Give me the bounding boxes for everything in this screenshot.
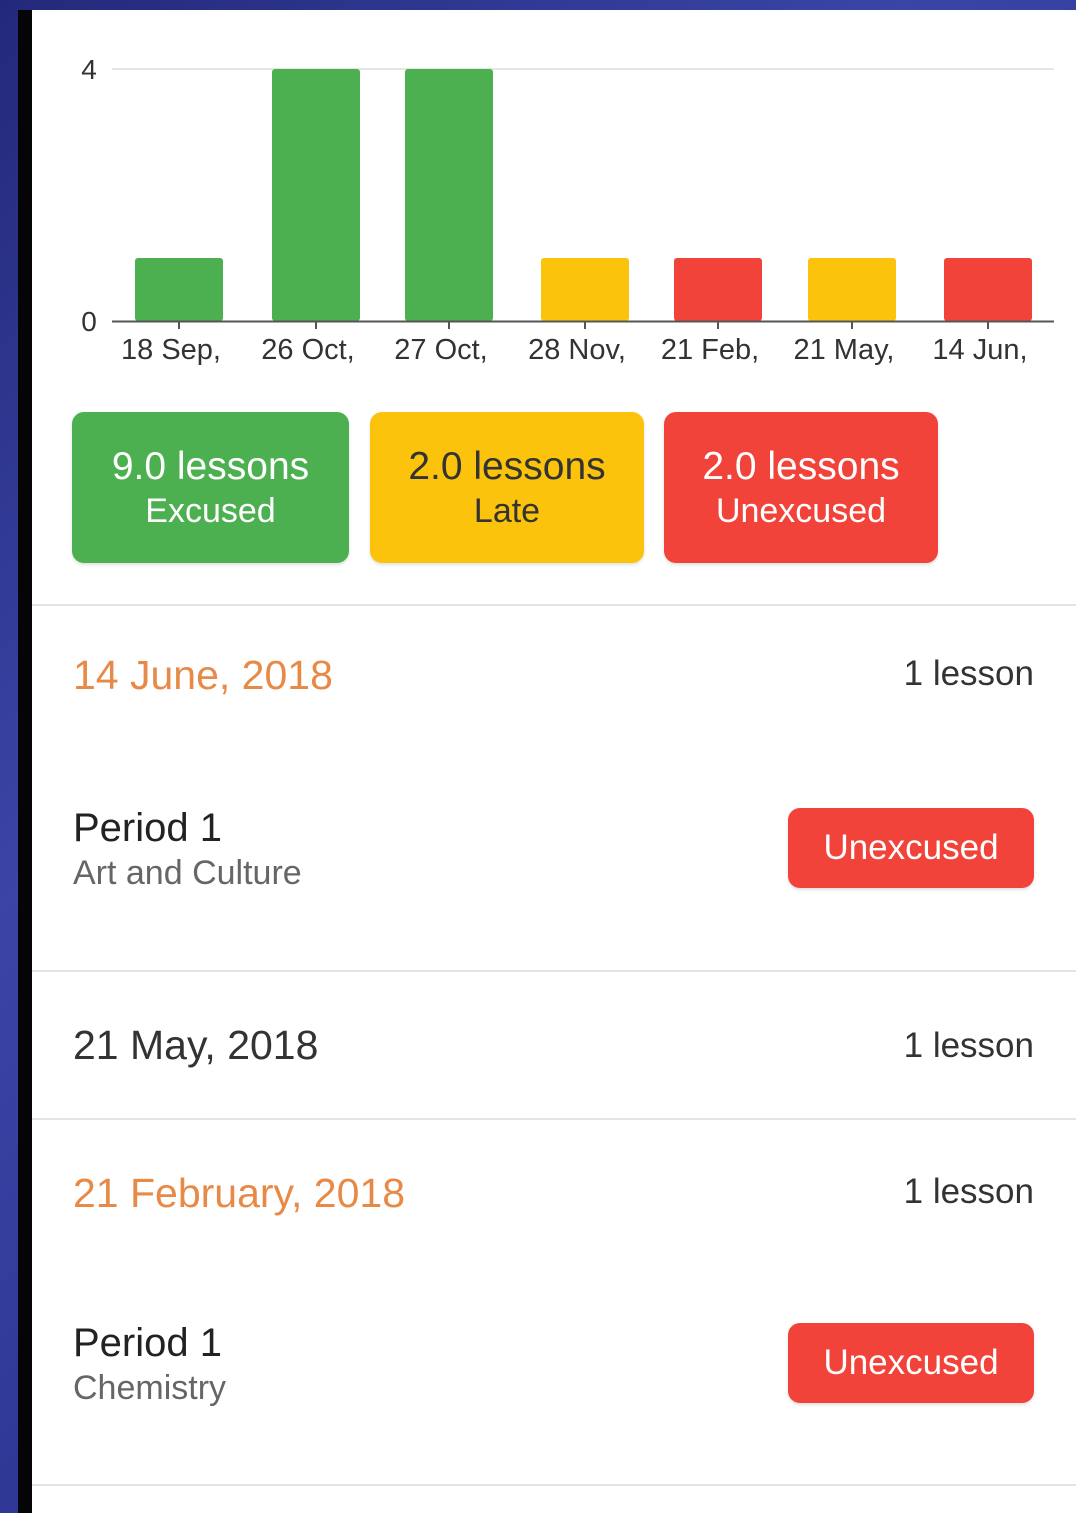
unexcused-status-badge[interactable]: Unexcused xyxy=(788,1323,1034,1403)
entry-date: 21 February, 2018 xyxy=(73,1170,406,1216)
period-title: Period 1 xyxy=(73,1321,222,1365)
chart-x-tick-label: 28 Nov, xyxy=(528,334,626,366)
chart-bar xyxy=(272,69,360,321)
attendance-screen: 18 Sep, 26 Oct, 27 Oct, 28 Nov, 21 Feb, 21 Ma… xyxy=(32,10,1076,1513)
chart-y-tick-label: 4 xyxy=(81,54,97,85)
attendance-chart: 18 Sep, 26 Oct, 27 Oct, 28 Nov, 21 Feb, 21 Ma… xyxy=(32,10,1076,390)
lesson-count: 1 lesson xyxy=(903,1172,1034,1211)
unexcused-label: Unexcused xyxy=(715,491,887,530)
chart-x-tick-label: 14 Jun, xyxy=(932,334,1027,366)
date-header-row[interactable]: 21 May, 2018 1 lesson xyxy=(32,972,1076,1118)
excused-summary-pill[interactable]: 9.0 lessons Excused xyxy=(72,412,349,563)
lesson-count: 1 lesson xyxy=(903,1026,1034,1065)
attendance-chart-svg: 18 Sep, 26 Oct, 27 Oct, 28 Nov, 21 Feb, 21 Ma… xyxy=(81,54,1054,366)
chart-bar xyxy=(808,258,896,321)
period-row[interactable]: Period 1 Art and Culture Unexcused xyxy=(32,790,1076,940)
chart-bar xyxy=(944,258,1032,321)
chart-x-tick-label: 18 Sep, xyxy=(121,334,221,366)
excused-count: 9.0 lessons xyxy=(111,444,310,488)
entry-date: 14 June, 2018 xyxy=(73,652,333,698)
late-label: Late xyxy=(473,491,541,530)
period-subject: Art and Culture xyxy=(73,854,302,892)
period-subject: Chemistry xyxy=(73,1369,227,1407)
chart-x-tick-label: 21 Feb, xyxy=(661,334,759,366)
late-count: 2.0 lessons xyxy=(408,444,606,488)
period-title: Period 1 xyxy=(73,806,222,850)
unexcused-summary-pill[interactable]: 2.0 lessons Unexcused xyxy=(664,412,938,563)
lesson-count: 1 lesson xyxy=(903,654,1034,693)
date-header-row[interactable]: 14 June, 2018 1 lesson xyxy=(32,606,1076,706)
excused-label: Excused xyxy=(145,491,276,530)
late-summary-pill[interactable]: 2.0 lessons Late xyxy=(370,412,644,563)
divider xyxy=(32,1484,1076,1486)
chart-bar xyxy=(674,258,762,321)
chart-x-tick-label: 27 Oct, xyxy=(394,334,488,366)
date-header-row[interactable]: 21 February, 2018 1 lesson xyxy=(32,1120,1076,1220)
chart-bar xyxy=(405,69,493,321)
chart-bar xyxy=(541,258,629,321)
chart-x-tick-label: 21 May, xyxy=(793,334,894,366)
period-row[interactable]: Period 1 Chemistry Unexcused xyxy=(32,1305,1076,1455)
unexcused-status-badge[interactable]: Unexcused xyxy=(788,808,1034,888)
unexcused-count: 2.0 lessons xyxy=(702,444,900,488)
chart-y-tick-label: 0 xyxy=(81,306,97,337)
chart-x-tick-label: 26 Oct, xyxy=(261,334,355,366)
window-edge xyxy=(18,10,32,1513)
chart-bar xyxy=(135,258,223,321)
entry-date: 21 May, 2018 xyxy=(73,1022,319,1068)
